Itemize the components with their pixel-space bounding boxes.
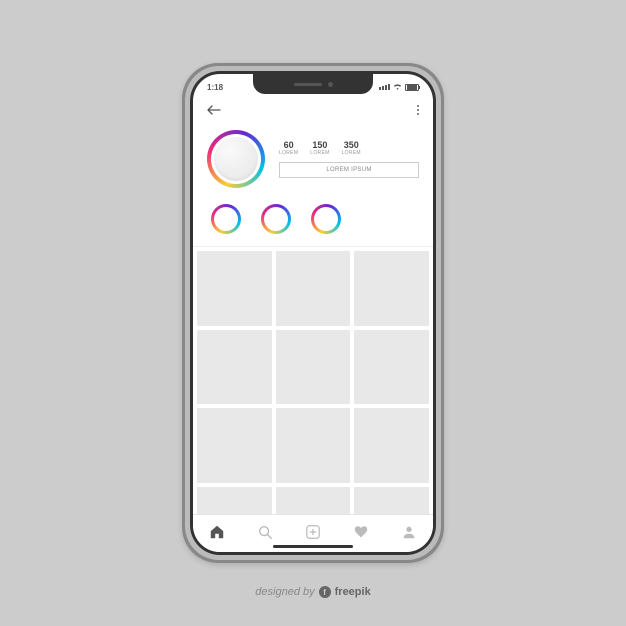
stat-value: 150: [312, 140, 327, 150]
back-icon[interactable]: [207, 105, 221, 115]
home-icon[interactable]: [209, 524, 225, 540]
phone-frame-inner: 1:18: [190, 71, 436, 555]
stat-label: LOREM: [279, 150, 298, 156]
post-thumbnail[interactable]: [197, 487, 272, 514]
phone-frame-mid: 1:18: [185, 66, 441, 560]
speaker: [294, 83, 322, 86]
post-thumbnail[interactable]: [276, 251, 351, 326]
profile-header: 60 LOREM 150 LOREM 350 LOREM: [193, 124, 433, 198]
post-thumbnail[interactable]: [354, 408, 429, 483]
freepik-logo-icon: f: [319, 586, 331, 598]
highlight-item[interactable]: [311, 204, 341, 234]
stat-label: LOREM: [342, 150, 361, 156]
stat-following[interactable]: 350 LOREM: [342, 140, 361, 156]
post-thumbnail[interactable]: [276, 408, 351, 483]
attribution: designed by f freepik: [255, 586, 370, 598]
highlights-row: [193, 198, 433, 247]
battery-icon: [405, 84, 419, 91]
post-thumbnail[interactable]: [197, 408, 272, 483]
post-thumbnail[interactable]: [354, 330, 429, 405]
phone-frame-outer: 1:18: [182, 63, 444, 563]
post-thumbnail[interactable]: [197, 330, 272, 405]
post-thumbnail[interactable]: [354, 487, 429, 514]
wifi-icon: [393, 83, 402, 92]
home-indicator[interactable]: [273, 545, 353, 548]
post-thumbnail[interactable]: [354, 251, 429, 326]
screen: 1:18: [193, 74, 433, 552]
attribution-brand: freepik: [335, 586, 371, 598]
more-icon[interactable]: [417, 105, 419, 115]
post-thumbnail[interactable]: [276, 487, 351, 514]
status-indicators: [379, 83, 419, 92]
stat-label: LOREM: [310, 150, 329, 156]
action-button[interactable]: LOREM IPSUM: [279, 162, 419, 178]
front-camera: [328, 82, 333, 87]
post-thumbnail[interactable]: [276, 330, 351, 405]
highlight-item[interactable]: [261, 204, 291, 234]
post-grid: [193, 247, 433, 514]
stat-value: 60: [284, 140, 294, 150]
notch: [253, 74, 373, 94]
search-icon[interactable]: [257, 524, 273, 540]
stat-posts[interactable]: 60 LOREM: [279, 140, 298, 156]
highlight-item[interactable]: [211, 204, 241, 234]
heart-icon[interactable]: [353, 524, 369, 540]
nav-bar: [193, 96, 433, 124]
profile-info: 60 LOREM 150 LOREM 350 LOREM: [279, 140, 419, 178]
post-thumbnail[interactable]: [197, 251, 272, 326]
add-post-icon[interactable]: [305, 524, 321, 540]
stat-followers[interactable]: 150 LOREM: [310, 140, 329, 156]
signal-icon: [379, 84, 390, 90]
profile-icon[interactable]: [401, 524, 417, 540]
profile-avatar[interactable]: [207, 130, 265, 188]
attribution-prefix: designed by: [255, 586, 314, 598]
stats-row: 60 LOREM 150 LOREM 350 LOREM: [279, 140, 419, 156]
stat-value: 350: [344, 140, 359, 150]
status-time: 1:18: [207, 83, 223, 92]
